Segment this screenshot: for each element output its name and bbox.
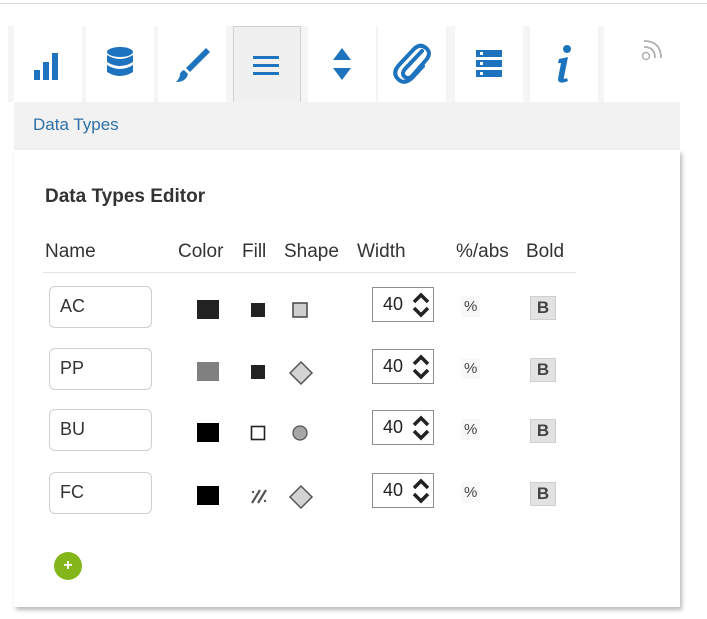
data-type-row: PP 40 % B: [14, 348, 680, 392]
pct-abs-toggle[interactable]: %: [461, 358, 481, 379]
paperclip-icon: [392, 43, 432, 85]
header-width: Width: [357, 241, 406, 262]
stepper-arrows-icon[interactable]: [411, 291, 431, 319]
bold-toggle[interactable]: B: [530, 482, 556, 506]
paintbrush-icon: [172, 44, 212, 84]
header-fill: Fill: [242, 241, 267, 262]
header-divider: [43, 272, 576, 273]
name-field[interactable]: BU: [49, 409, 152, 451]
fill-solid-icon[interactable]: [249, 301, 267, 324]
tab-info[interactable]: [530, 26, 598, 102]
tab-sort[interactable]: [308, 26, 376, 102]
tab-data[interactable]: [86, 26, 154, 102]
tab-design[interactable]: [158, 26, 226, 102]
database-icon: [103, 44, 137, 84]
bold-toggle[interactable]: B: [530, 358, 556, 382]
shape-diamond-icon[interactable]: [288, 360, 314, 391]
color-swatch[interactable]: [197, 423, 219, 442]
fill-empty-icon[interactable]: [249, 424, 267, 447]
pct-abs-toggle[interactable]: %: [461, 419, 481, 440]
top-divider: [0, 3, 707, 4]
data-types-editor-panel: Data Types Editor Name Color Fill Shape …: [14, 150, 680, 607]
width-value: 40: [383, 480, 404, 500]
list-rows-icon: [472, 47, 506, 81]
tab-data-types[interactable]: [233, 26, 301, 102]
width-value: 40: [383, 294, 404, 314]
data-type-row: AC 40 % B: [14, 286, 680, 330]
rss-icon[interactable]: [640, 36, 668, 67]
header-pct-abs: %/abs: [456, 241, 509, 262]
bold-toggle[interactable]: B: [530, 419, 556, 443]
bar-chart-icon: [28, 46, 68, 82]
fill-solid-icon[interactable]: [249, 363, 267, 386]
header-shape: Shape: [284, 241, 339, 262]
tab-list[interactable]: [455, 26, 523, 102]
pct-abs-toggle[interactable]: %: [461, 482, 481, 503]
menu-lines-icon: [251, 53, 283, 77]
bold-toggle[interactable]: B: [530, 296, 556, 320]
info-icon: [552, 43, 576, 85]
color-swatch[interactable]: [197, 362, 219, 381]
tab-chart[interactable]: [14, 26, 82, 102]
shape-square-icon[interactable]: [288, 298, 312, 327]
pct-abs-toggle[interactable]: %: [461, 296, 481, 317]
width-stepper[interactable]: 40: [372, 473, 434, 508]
width-stepper[interactable]: 40: [372, 410, 434, 445]
data-type-row: FC 40 % B: [14, 472, 680, 516]
color-swatch[interactable]: [197, 486, 219, 505]
fill-hatched-icon[interactable]: [249, 487, 269, 510]
editor-title: Data Types Editor: [45, 186, 206, 207]
sort-arrows-icon: [330, 44, 354, 84]
shape-diamond-icon[interactable]: [288, 484, 314, 515]
stepper-arrows-icon[interactable]: [411, 353, 431, 381]
color-swatch[interactable]: [197, 300, 219, 319]
width-stepper[interactable]: 40: [372, 287, 434, 322]
data-type-row: BU 40 % B: [14, 409, 680, 453]
header-name: Name: [45, 241, 96, 262]
breadcrumb: Data Types: [14, 102, 680, 150]
name-field[interactable]: PP: [49, 348, 152, 390]
header-bold: Bold: [526, 241, 565, 262]
header-color: Color: [178, 241, 224, 262]
stepper-arrows-icon[interactable]: [411, 414, 431, 442]
name-field[interactable]: FC: [49, 472, 152, 514]
width-stepper[interactable]: 40: [372, 349, 434, 384]
shape-circle-icon[interactable]: [288, 421, 312, 450]
name-field[interactable]: AC: [49, 286, 152, 328]
width-value: 40: [383, 356, 404, 376]
width-value: 40: [383, 417, 404, 437]
tab-attachments[interactable]: [378, 26, 446, 102]
stepper-arrows-icon[interactable]: [411, 477, 431, 505]
add-data-type-button[interactable]: +: [54, 552, 82, 580]
